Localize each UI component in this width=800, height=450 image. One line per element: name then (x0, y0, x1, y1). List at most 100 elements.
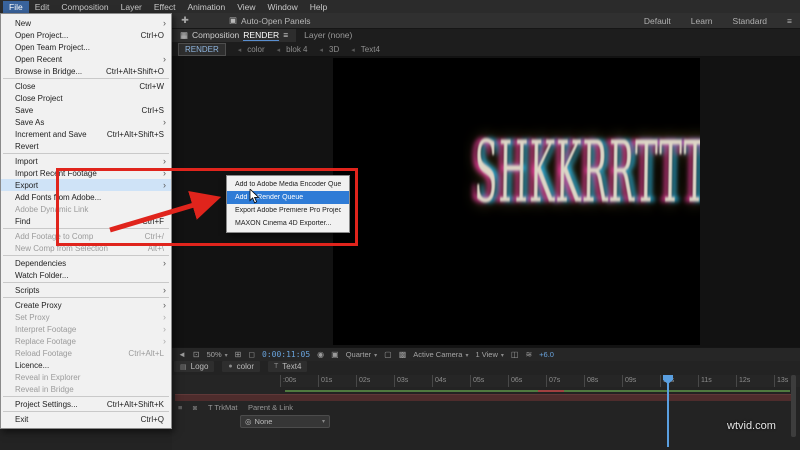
ruler-tick: 01s (318, 375, 356, 387)
file-menu-item[interactable]: Browse in Bridge... Ctrl+Alt+Shift+O (1, 65, 171, 77)
menubar-item[interactable]: Animation (181, 1, 231, 13)
composition-name: RENDER (243, 29, 280, 41)
menubar-item[interactable]: Composition (55, 1, 114, 13)
file-menu-item[interactable]: Dependencies (1, 257, 171, 269)
ruler-tick: 06s (508, 375, 546, 387)
tab-composition[interactable]: ▦ Composition RENDER ≡ (172, 28, 297, 42)
panel-menu-icon[interactable]: ≡ (283, 30, 288, 40)
layer-type-icon: ● (228, 363, 233, 370)
workspace-standard[interactable]: Standard (733, 16, 768, 26)
file-menu-item[interactable]: Replace Footage (1, 335, 171, 347)
file-menu-item[interactable]: Reveal in Bridge (1, 383, 171, 395)
file-menu-item[interactable]: Save As (1, 116, 171, 128)
current-time-display[interactable]: 0:00:11:05 (262, 350, 310, 359)
timeline-tab-color[interactable]: ● color (222, 361, 260, 372)
file-menu-item[interactable]: Interpret Footage (1, 323, 171, 335)
file-menu-item[interactable]: Adobe Dynamic Link (1, 203, 171, 215)
file-menu-item[interactable]: Reload Footage Ctrl+Alt+L (1, 347, 171, 359)
file-menu-item[interactable]: Close Project (1, 92, 171, 104)
workspace-menu-icon[interactable]: ≡ (787, 16, 792, 26)
take-snapshot-icon[interactable]: ◉ (317, 350, 324, 359)
timeline-tab-text4[interactable]: T Text4 (268, 361, 308, 372)
menubar-item[interactable]: Effect (148, 1, 182, 13)
menubar-item[interactable]: Layer (115, 1, 148, 13)
workspace-learn[interactable]: Learn (691, 16, 713, 26)
pixel-aspect-icon[interactable]: ◫ (511, 350, 519, 359)
file-menu-item[interactable]: Revert (1, 140, 171, 152)
view-layout-dropdown[interactable]: 1 View (476, 350, 504, 359)
file-menu-item[interactable]: Find Ctrl+F (1, 215, 171, 227)
menubar-item[interactable]: Edit (29, 1, 56, 13)
file-menu-item[interactable]: Add Footage to Comp Ctrl+/ (1, 230, 171, 242)
file-menu-item[interactable]: Set Proxy (1, 311, 171, 323)
tab-layer[interactable]: Layer (none) (296, 28, 360, 42)
file-menu-item[interactable]: Licence... (1, 359, 171, 371)
composition-canvas[interactable]: SHKKRRTTT (333, 58, 700, 345)
time-ruler[interactable]: :00s01s02s03s04s05s06s07s08s09s10s11s12s… (280, 375, 800, 387)
fast-previews-icon[interactable]: ≋ (525, 350, 532, 359)
auto-open-panels-toggle[interactable]: ▣ Auto-Open Panels (229, 15, 311, 26)
export-submenu-item[interactable]: Add to Adobe Media Encoder Queue... (227, 178, 349, 191)
file-menu-item[interactable]: Import Recent Footage (1, 167, 171, 179)
camera-dropdown[interactable]: Active Camera (413, 350, 468, 359)
exposure-value[interactable]: +6.0 (539, 350, 554, 359)
menubar-item[interactable]: View (231, 1, 261, 13)
file-menu-item[interactable]: Reveal in Explorer (1, 371, 171, 383)
timeline-tab-logo[interactable]: ▤ Logo (174, 361, 215, 372)
region-of-interest-icon[interactable]: ▢ (384, 350, 392, 359)
file-menu-item[interactable]: Add Fonts from Adobe... (1, 191, 171, 203)
breadcrumb-item[interactable]: Text4 (351, 45, 380, 54)
file-menu-item[interactable]: Open Project... Ctrl+O (1, 29, 171, 41)
file-menu-item[interactable]: Import (1, 155, 171, 167)
pickwhip-icon: ◎ (245, 417, 252, 426)
layer-duration-bar-maroon[interactable] (175, 394, 793, 401)
timeline-scrollbar[interactable] (791, 375, 796, 437)
file-menu-item[interactable]: Watch Folder... (1, 269, 171, 281)
breadcrumb-item[interactable]: 3D (320, 45, 339, 54)
puppet-tool-icon[interactable]: ✚ (179, 15, 191, 26)
timeline-tab-label: Logo (190, 362, 209, 371)
menubar-item[interactable]: Help (304, 1, 333, 13)
panel-tab-bar: ▦ Composition RENDER ≡ Layer (none) (172, 28, 800, 42)
export-submenu-item[interactable]: Add to Render Queue (227, 191, 349, 204)
breadcrumb-item[interactable]: blok 4 (277, 45, 307, 54)
timeline-view-icons[interactable]: ≡ ⧈ (178, 403, 201, 413)
export-submenu-item[interactable]: MAXON Cinema 4D Exporter... (227, 217, 349, 230)
ruler-tick: 11s (698, 375, 736, 387)
grid-guides-icon[interactable]: ⊞ (235, 350, 242, 359)
file-menu-item[interactable]: Open Recent (1, 53, 171, 65)
watermark: wtvid.com (727, 420, 776, 432)
menubar: File Edit Composition Layer Effect Animation V… (0, 0, 800, 13)
ruler-tick: 09s (622, 375, 660, 387)
file-menu-item[interactable]: New (1, 17, 171, 29)
layer-type-icon: ▤ (180, 363, 187, 371)
breadcrumb-item[interactable]: RENDER (178, 42, 226, 56)
workspace-default[interactable]: Default (644, 16, 671, 26)
timeline-tab-label: color (236, 362, 254, 371)
file-menu-item[interactable]: Project Settings... Ctrl+Alt+Shift+K (1, 398, 171, 410)
toggle-mask-icon[interactable]: ◻ (248, 350, 255, 359)
file-menu-item[interactable]: Save Ctrl+S (1, 104, 171, 116)
file-menu-item[interactable]: Exit Ctrl+Q (1, 413, 171, 425)
playhead-line[interactable] (667, 375, 669, 447)
always-preview-icon[interactable]: ◄ (178, 350, 186, 359)
layer-type-icon: T (274, 363, 279, 370)
show-snapshot-icon[interactable]: ▣ (331, 350, 339, 359)
transparency-grid-icon[interactable]: ▩ (399, 350, 407, 359)
file-menu-item[interactable]: Scripts (1, 284, 171, 296)
magnification-icon[interactable]: ⊡ (193, 350, 200, 359)
ruler-tick: 07s (546, 375, 584, 387)
file-menu-item[interactable]: Export (1, 179, 171, 191)
file-menu-item[interactable]: Close Ctrl+W (1, 80, 171, 92)
file-menu-item[interactable]: Increment and Save Ctrl+Alt+Shift+S (1, 128, 171, 140)
parent-link-dropdown[interactable]: ◎ None (240, 415, 330, 428)
file-menu-item[interactable]: New Comp from Selection Alt+\ (1, 242, 171, 254)
menubar-item[interactable]: File (3, 0, 29, 13)
file-menu-item[interactable]: Open Team Project... (1, 41, 171, 53)
breadcrumb-item[interactable]: color (238, 45, 264, 54)
resolution-dropdown[interactable]: Quarter (346, 350, 377, 359)
menubar-item[interactable]: Window (262, 1, 304, 13)
zoom-dropdown[interactable]: 50% (207, 350, 228, 359)
export-submenu-item[interactable]: Export Adobe Premiere Pro Project... (227, 204, 349, 217)
file-menu-item[interactable]: Create Proxy (1, 299, 171, 311)
